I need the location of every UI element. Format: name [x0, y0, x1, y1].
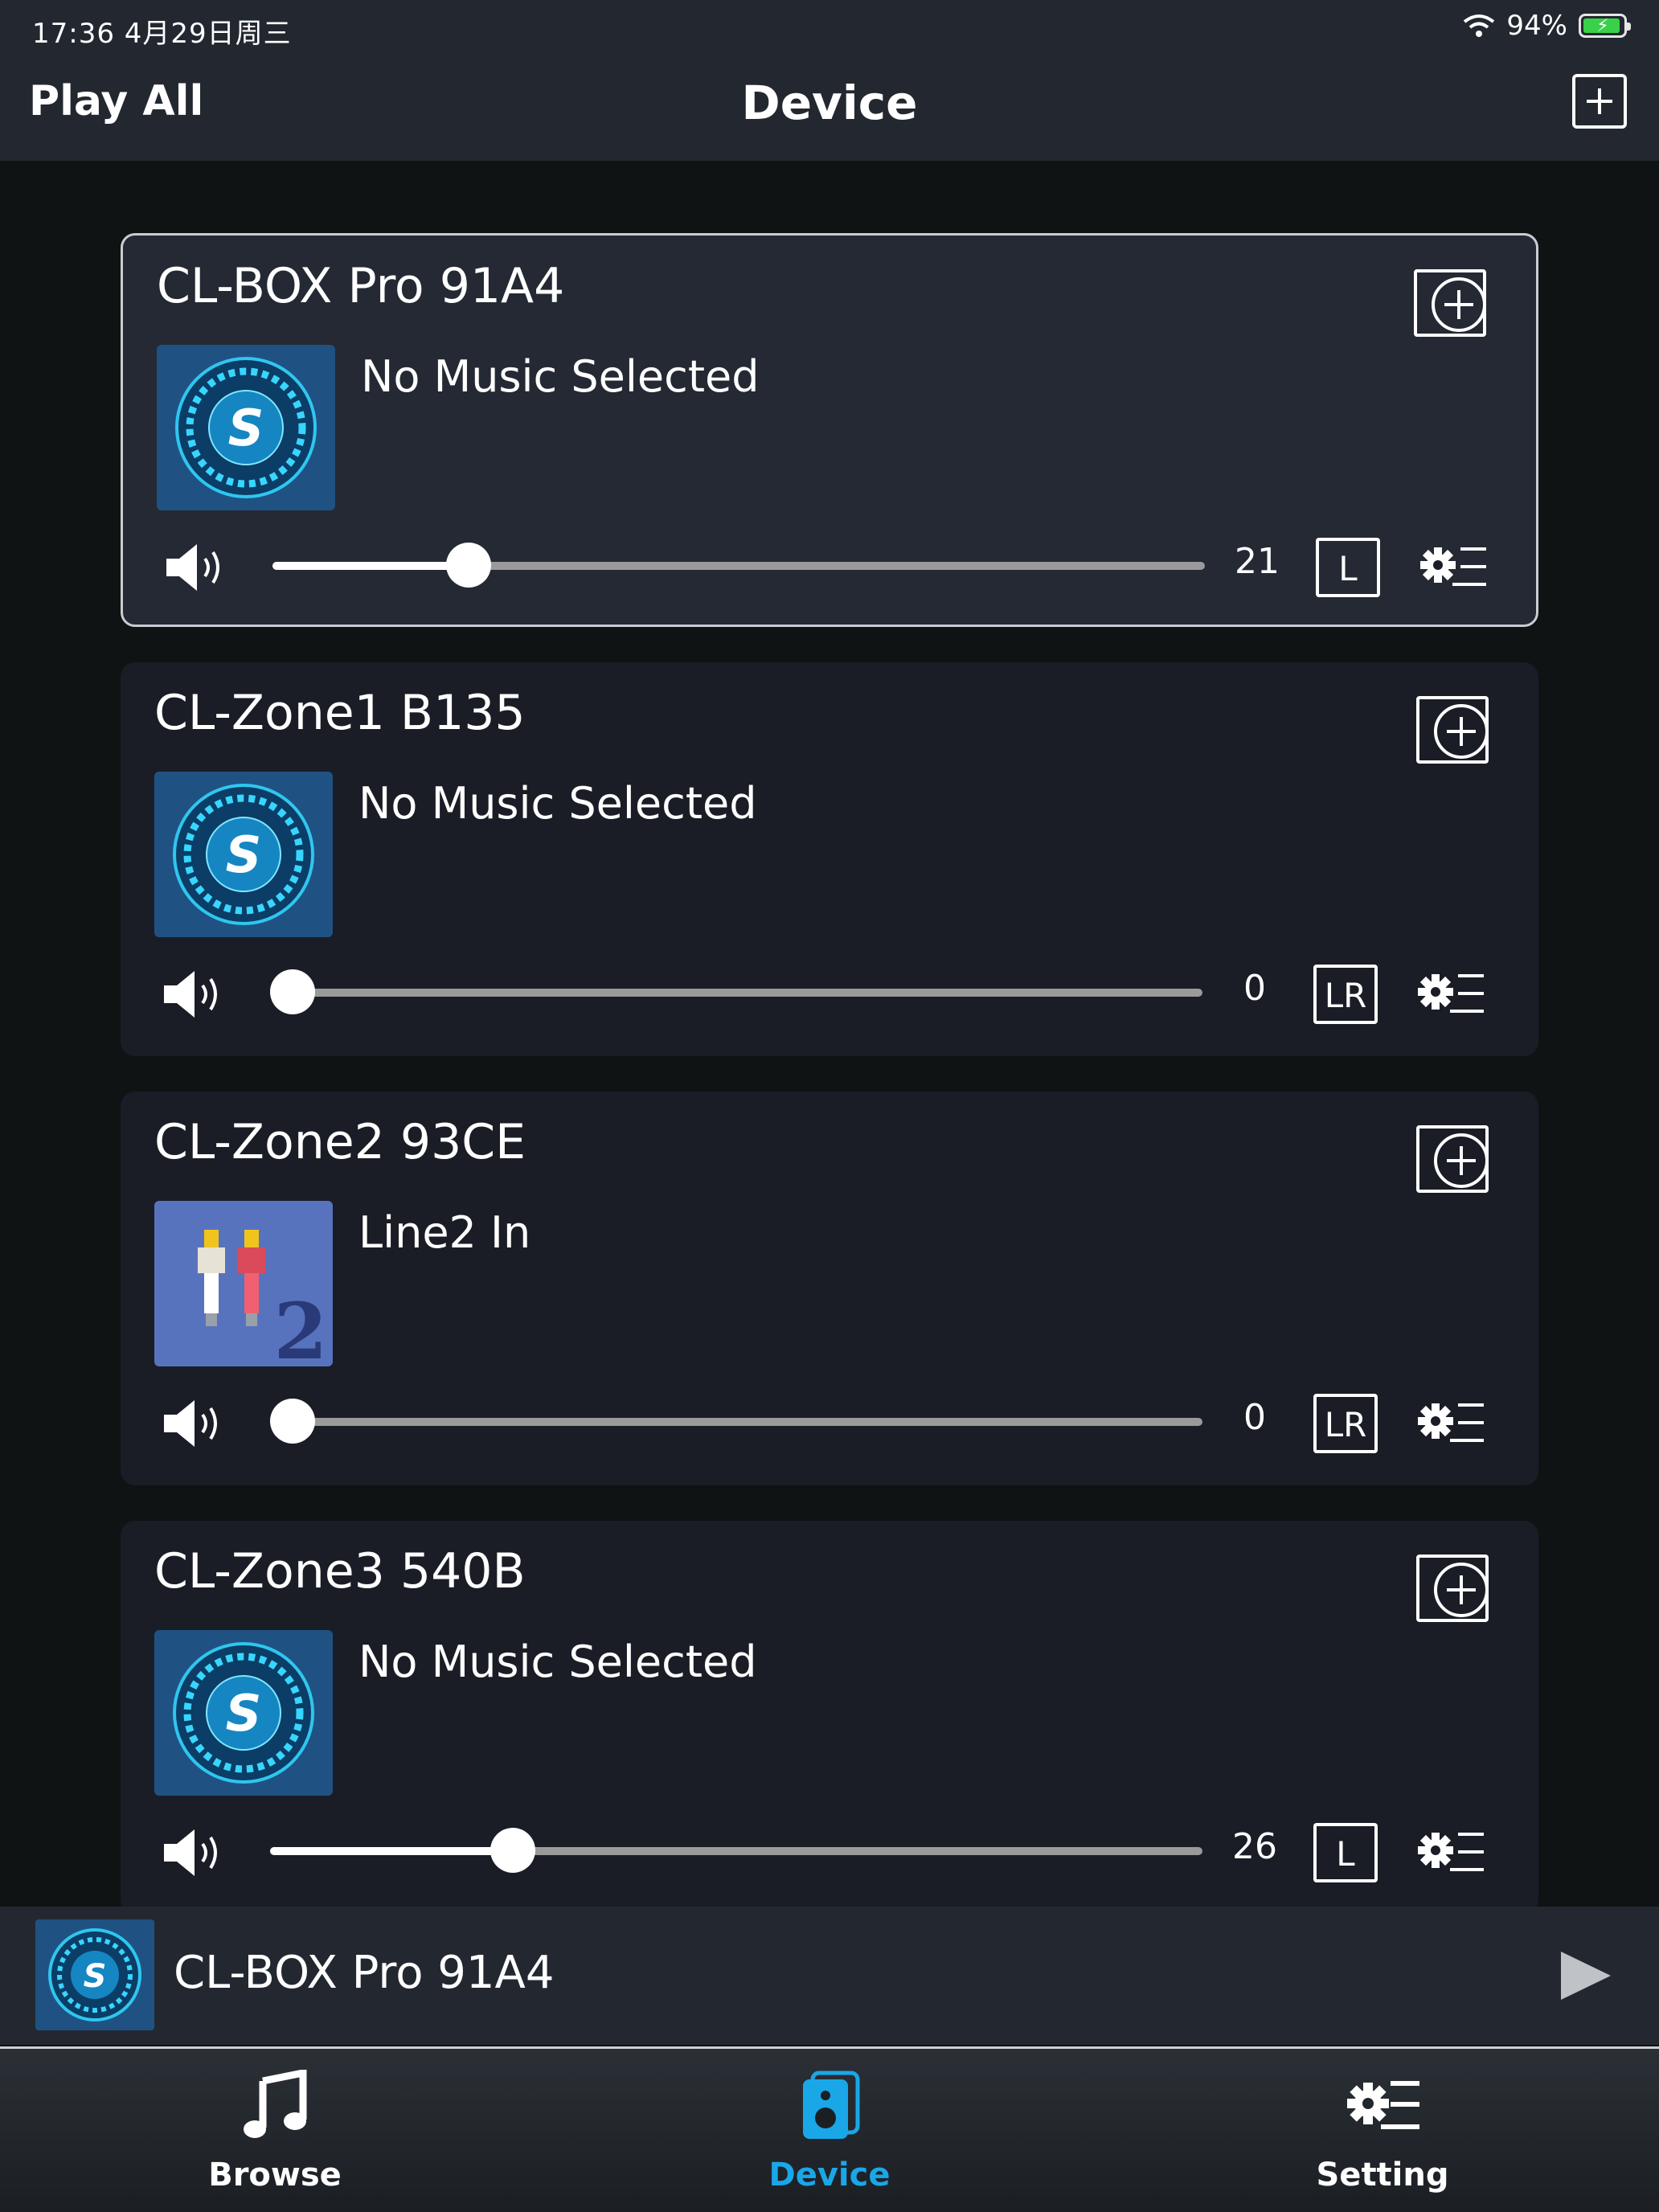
app-logo-icon: S [154, 1630, 333, 1796]
tab-setting[interactable]: Setting [1222, 2049, 1543, 2210]
source-label: No Music Selected [358, 778, 757, 829]
tab-browse[interactable]: Browse [114, 2049, 436, 2210]
device-name: CL-BOX Pro 91A4 [157, 258, 565, 314]
device-card[interactable]: CL-Zone1 B135 S No Music Selected 0 LR [121, 662, 1538, 1056]
group-add-button[interactable] [1416, 1125, 1489, 1193]
channel-button[interactable]: LR [1313, 1394, 1378, 1453]
wifi-icon [1464, 14, 1495, 37]
device-card[interactable]: CL-BOX Pro 91A4 S No Music Selected 21 L [121, 233, 1538, 627]
group-add-button[interactable] [1416, 1555, 1489, 1622]
tab-bar: Browse Device Setting [0, 2046, 1659, 2212]
mini-player[interactable]: S CL-BOX Pro 91A4 [0, 1907, 1659, 2045]
mini-player-device-name: CL-BOX Pro 91A4 [174, 1947, 555, 1999]
svg-text:S: S [226, 1684, 262, 1743]
nav-bar: Play All Device [0, 56, 1659, 161]
device-card[interactable]: CL-Zone2 93CE 2 Line2 In 0 LR [121, 1092, 1538, 1485]
line-in-2-icon: 2 [154, 1201, 333, 1366]
speaker-icon [803, 2071, 860, 2139]
page-title: Device [741, 76, 918, 130]
device-settings-icon[interactable] [1418, 966, 1487, 1022]
svg-text:S: S [226, 825, 262, 884]
battery-icon: ⚡ [1579, 14, 1631, 38]
channel-button[interactable]: L [1313, 1823, 1378, 1882]
device-settings-icon[interactable] [1418, 1395, 1487, 1452]
volume-icon[interactable] [163, 539, 236, 596]
volume-icon[interactable] [161, 1825, 233, 1881]
group-add-button[interactable] [1416, 696, 1489, 764]
volume-slider-knob[interactable] [490, 1828, 535, 1873]
volume-slider-knob[interactable] [270, 969, 315, 1014]
tab-browse-label: Browse [208, 2157, 342, 2194]
channel-button[interactable]: LR [1313, 965, 1378, 1024]
volume-slider-knob[interactable] [270, 1399, 315, 1444]
device-settings-icon[interactable] [1420, 539, 1489, 596]
volume-slider-knob[interactable] [445, 543, 491, 588]
device-card[interactable]: CL-Zone3 540B S No Music Selected 26 L [121, 1521, 1538, 1907]
volume-value: 0 [1243, 968, 1266, 1009]
mini-player-cover: S [35, 1919, 154, 2030]
status-indicators: 94% ⚡ [1463, 10, 1631, 42]
play-button[interactable] [1561, 1952, 1611, 2000]
tab-setting-label: Setting [1316, 2157, 1449, 2194]
source-label: No Music Selected [358, 1636, 757, 1687]
volume-value: 26 [1232, 1826, 1277, 1867]
channel-button[interactable]: L [1316, 538, 1380, 597]
battery-percent: 94% [1506, 10, 1567, 42]
source-label: No Music Selected [361, 351, 760, 402]
volume-value: 0 [1243, 1397, 1266, 1438]
volume-icon[interactable] [161, 966, 233, 1022]
volume-icon[interactable] [161, 1395, 233, 1452]
tab-device-label: Device [768, 2157, 891, 2194]
volume-slider-fill [270, 1847, 513, 1855]
volume-slider[interactable] [270, 1399, 1202, 1444]
device-name: CL-Zone1 B135 [154, 685, 526, 741]
volume-slider[interactable] [272, 543, 1205, 588]
svg-text:2: 2 [274, 1286, 328, 1366]
app-logo-icon: S [157, 345, 335, 510]
svg-text:S: S [84, 1958, 107, 1995]
gear-list-icon [1347, 2081, 1419, 2129]
play-all-button[interactable]: Play All [29, 77, 203, 125]
device-name: CL-Zone2 93CE [154, 1114, 526, 1170]
status-bar: 17:36 4月29日周三 94% ⚡ [0, 0, 1659, 56]
device-list[interactable]: CL-BOX Pro 91A4 S No Music Selected 21 L [0, 161, 1659, 1907]
music-note-icon [244, 2070, 307, 2138]
device-settings-icon[interactable] [1418, 1825, 1487, 1881]
tab-device[interactable]: Device [669, 2049, 990, 2210]
app-logo-icon: S [154, 772, 333, 937]
volume-slider[interactable] [270, 1828, 1202, 1873]
device-name: CL-Zone3 540B [154, 1543, 526, 1600]
group-add-button[interactable] [1414, 269, 1486, 337]
svg-text:S: S [228, 399, 264, 457]
volume-slider[interactable] [270, 969, 1202, 1014]
add-device-button[interactable] [1572, 74, 1627, 129]
status-time-date: 17:36 4月29日周三 [32, 18, 292, 50]
volume-slider-fill [272, 562, 469, 570]
volume-value: 21 [1235, 541, 1280, 582]
source-label: Line2 In [358, 1207, 531, 1258]
